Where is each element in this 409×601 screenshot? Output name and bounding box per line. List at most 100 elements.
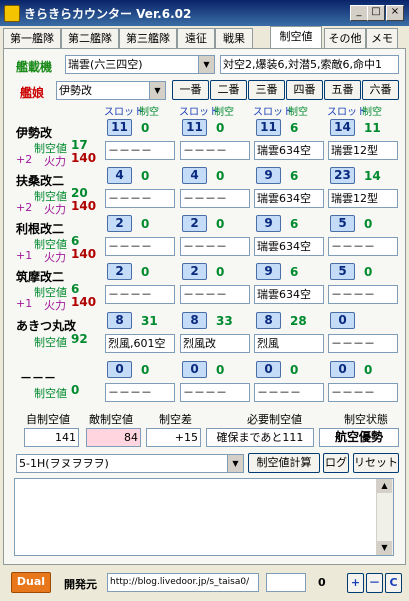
slot-button[interactable]: 4: [182, 167, 207, 184]
equip-field[interactable]: 烈風改: [180, 334, 250, 353]
equip-field[interactable]: 烈風: [254, 334, 324, 353]
equip-field[interactable]: －－－－: [328, 237, 398, 256]
equip-field[interactable]: 瑞雲634空: [254, 189, 324, 208]
slot-button[interactable]: 5: [330, 263, 355, 280]
map-combo-value: 5-1H(ヲヌヲヲヲ): [19, 457, 109, 470]
slot-button[interactable]: 8: [182, 312, 207, 329]
equip-field[interactable]: 瑞雲634空: [254, 141, 324, 160]
calc-air-button[interactable]: 制空値計算: [248, 453, 320, 473]
equip-field[interactable]: 瑞雲634空: [254, 237, 324, 256]
tab-fleet2[interactable]: 第二艦隊: [61, 28, 119, 48]
minus-button[interactable]: －: [366, 573, 383, 593]
slot-button[interactable]: 5: [330, 215, 355, 232]
equip-field[interactable]: －－－－: [105, 189, 175, 208]
equip-field[interactable]: －－－－: [105, 285, 175, 304]
order-button-5[interactable]: 五番: [324, 80, 361, 100]
slot-button[interactable]: 0: [330, 312, 355, 329]
equip-field[interactable]: －－－－: [105, 141, 175, 160]
tab-other[interactable]: その他: [324, 28, 366, 48]
equip-field[interactable]: 瑞雲12型: [328, 141, 398, 160]
slot-button[interactable]: 0: [107, 361, 132, 378]
slot-button[interactable]: 14: [330, 119, 355, 136]
slot-button[interactable]: 0: [182, 361, 207, 378]
slot-button[interactable]: 2: [107, 215, 132, 232]
slot-air: 6: [290, 265, 299, 279]
chevron-down-icon[interactable]: ▼: [227, 455, 243, 472]
equip-field[interactable]: －－－－: [180, 237, 250, 256]
order-button-4[interactable]: 四番: [286, 80, 323, 100]
map-combo[interactable]: 5-1H(ヲヌヲヲヲ) ▼: [16, 454, 244, 473]
tab-expedition[interactable]: 遠征: [177, 28, 215, 48]
equip-field[interactable]: －－－－: [180, 189, 250, 208]
slot-button[interactable]: 8: [107, 312, 132, 329]
equip-field[interactable]: 烈風,601空: [105, 334, 175, 353]
slot-button[interactable]: 4: [107, 167, 132, 184]
equip-field[interactable]: －－－－: [328, 383, 398, 402]
order-button-2[interactable]: 二番: [210, 80, 247, 100]
slot-button[interactable]: 0: [256, 361, 281, 378]
ship-air-value: 6: [71, 234, 80, 248]
tab-fleet1[interactable]: 第一艦隊: [3, 28, 61, 48]
slot-button[interactable]: 9: [256, 263, 281, 280]
slot-button[interactable]: 8: [256, 312, 281, 329]
equip-field[interactable]: －－－－: [105, 237, 175, 256]
chevron-down-icon[interactable]: ▼: [198, 56, 214, 73]
ship-name: 扶桑改二: [16, 174, 65, 188]
enemy-air-field[interactable]: 84: [86, 428, 141, 447]
slot-button[interactable]: 23: [330, 167, 355, 184]
log-button[interactable]: ログ: [323, 453, 349, 473]
ship-name: 筑摩改二: [16, 270, 65, 284]
scroll-up-icon[interactable]: ▲: [377, 479, 392, 493]
equip-field[interactable]: －－－－: [180, 383, 250, 402]
slot-button[interactable]: 2: [107, 263, 132, 280]
order-button-3[interactable]: 三番: [248, 80, 285, 100]
tab-results[interactable]: 戦果: [215, 28, 253, 48]
ship-bonus: +2: [16, 153, 33, 166]
slot-air: 0: [216, 169, 225, 183]
slot-button[interactable]: 11: [182, 119, 207, 136]
reset-button[interactable]: リセット: [353, 453, 399, 473]
equip-field[interactable]: －－－－: [254, 383, 324, 402]
equip-field[interactable]: 瑞雲12型: [328, 189, 398, 208]
air-diff-field: +15: [146, 428, 201, 447]
slot-button[interactable]: 0: [330, 361, 355, 378]
minimize-button[interactable]: _: [350, 5, 368, 21]
maximize-button[interactable]: □: [367, 5, 385, 21]
dual-button[interactable]: Dual: [11, 572, 51, 593]
count-value: 0: [318, 576, 326, 589]
plus-button[interactable]: +: [347, 573, 364, 593]
order-button-6[interactable]: 六番: [362, 80, 399, 100]
equip-field[interactable]: －－－－: [328, 285, 398, 304]
tab-air-power[interactable]: 制空値: [270, 26, 322, 49]
scroll-down-icon[interactable]: ▼: [377, 541, 392, 555]
url-field[interactable]: http://blog.livedoor.jp/s_taisa0/: [107, 573, 259, 592]
tab-fleet3[interactable]: 第三艦隊: [119, 28, 177, 48]
ship-firepower-label: 火力: [44, 203, 66, 216]
slot-button[interactable]: 9: [256, 167, 281, 184]
slot-button[interactable]: 2: [182, 215, 207, 232]
ship-combo[interactable]: 伊勢改 ▼: [56, 81, 166, 100]
equip-field[interactable]: －－－－: [180, 285, 250, 304]
air-diff-label: 制空差: [159, 413, 192, 426]
log-textarea[interactable]: ▲ ▼: [14, 478, 394, 556]
equip-field[interactable]: －－－－: [328, 334, 398, 353]
slot-button[interactable]: 9: [256, 215, 281, 232]
aircraft-combo[interactable]: 瑞雲(六三四空) ▼: [65, 55, 215, 74]
clear-button[interactable]: C: [385, 573, 402, 593]
equip-field[interactable]: 瑞雲634空: [254, 285, 324, 304]
slot-button[interactable]: 2: [182, 263, 207, 280]
chevron-down-icon[interactable]: ▼: [149, 82, 165, 99]
count-input[interactable]: [266, 573, 306, 592]
close-button[interactable]: ×: [386, 5, 404, 21]
ship-name: －－－: [20, 371, 57, 385]
equip-field[interactable]: －－－－: [180, 141, 250, 160]
equip-field[interactable]: －－－－: [105, 383, 175, 402]
slot-button[interactable]: 11: [107, 119, 132, 136]
tab-memo[interactable]: メモ: [366, 28, 398, 48]
order-button-1[interactable]: 一番: [172, 80, 209, 100]
ship-bonus: +2: [16, 201, 33, 214]
slot-button[interactable]: 11: [256, 119, 281, 136]
scrollbar[interactable]: ▲ ▼: [376, 479, 393, 555]
slot-air: 6: [290, 169, 299, 183]
ship-air-label: 制空値: [34, 387, 67, 400]
